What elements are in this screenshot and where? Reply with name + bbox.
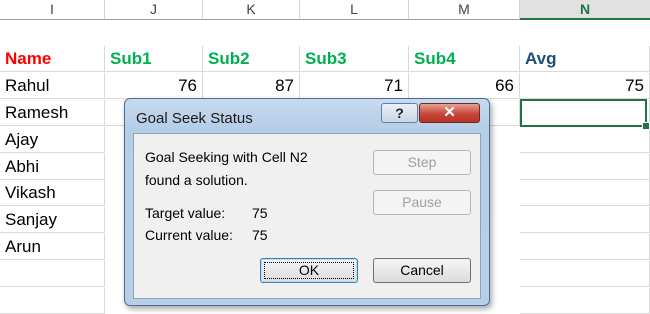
sub3-cell[interactable]: 71 xyxy=(300,73,409,99)
dialog-body: Goal Seeking with Cell N2 found a soluti… xyxy=(133,133,481,299)
avg-cell[interactable] xyxy=(520,154,650,180)
name-cell[interactable]: Abhi xyxy=(0,154,105,180)
pause-button[interactable]: Pause xyxy=(373,190,471,215)
name-cell[interactable] xyxy=(0,288,105,314)
name-cell[interactable]: Sanjay xyxy=(0,207,105,233)
dialog-title: Goal Seek Status xyxy=(136,110,253,127)
status-message-line1: Goal Seeking with Cell N2 xyxy=(145,149,308,165)
target-value: 75 xyxy=(252,205,268,221)
sub4-cell[interactable]: 66 xyxy=(409,73,520,99)
column-header-l[interactable]: L xyxy=(300,0,409,20)
sub4-header-cell[interactable]: Sub4 xyxy=(409,46,520,72)
sub1-header-cell[interactable]: Sub1 xyxy=(105,46,203,72)
close-button[interactable]: ✕ xyxy=(419,103,480,123)
avg-header-cell[interactable]: Avg xyxy=(520,46,650,72)
column-header-j[interactable]: J xyxy=(105,0,203,20)
status-message-line2: found a solution. xyxy=(145,172,248,188)
column-header-i[interactable]: I xyxy=(0,0,105,20)
current-value: 75 xyxy=(252,227,268,243)
ok-button[interactable]: OK xyxy=(260,258,358,283)
target-value-label: Target value: xyxy=(145,205,226,221)
focus-ring xyxy=(264,262,354,279)
sub1-cell[interactable]: 76 xyxy=(105,73,203,99)
step-button[interactable]: Step xyxy=(373,150,471,175)
avg-cell[interactable] xyxy=(520,234,650,260)
avg-cell[interactable]: 75 xyxy=(520,73,650,99)
name-header-cell[interactable]: Name xyxy=(0,46,105,72)
sub3-header-cell[interactable]: Sub3 xyxy=(300,46,409,72)
column-header-m[interactable]: M xyxy=(409,0,520,20)
name-cell[interactable] xyxy=(0,261,105,287)
name-cell[interactable]: Rahul xyxy=(0,73,105,99)
table-row: Rahul 76 87 71 66 75 xyxy=(0,73,650,99)
column-header-n[interactable]: N xyxy=(520,0,650,20)
help-button[interactable]: ? xyxy=(381,103,418,123)
close-icon: ✕ xyxy=(443,104,456,121)
name-cell[interactable]: Ramesh xyxy=(0,100,105,126)
active-cell-selection[interactable] xyxy=(520,99,647,127)
column-header-k[interactable]: K xyxy=(203,0,300,20)
avg-cell[interactable] xyxy=(520,261,650,287)
avg-cell[interactable] xyxy=(520,288,650,314)
avg-cell[interactable] xyxy=(520,180,650,206)
column-header-row: I J K L M N xyxy=(0,0,650,20)
sub2-header-cell[interactable]: Sub2 xyxy=(203,46,300,72)
sub2-cell[interactable]: 87 xyxy=(203,73,300,99)
cancel-button[interactable]: Cancel xyxy=(373,258,471,283)
name-cell[interactable]: Vikash xyxy=(0,180,105,206)
table-header-row: Name Sub1 Sub2 Sub3 Sub4 Avg xyxy=(0,46,650,72)
fill-handle[interactable] xyxy=(642,122,650,130)
name-cell[interactable]: Ajay xyxy=(0,127,105,153)
current-value-label: Current value: xyxy=(145,227,233,243)
avg-cell[interactable] xyxy=(520,127,650,153)
goal-seek-status-dialog: Goal Seek Status ? ✕ Goal Seeking with C… xyxy=(124,98,490,306)
name-cell[interactable]: Arun xyxy=(0,234,105,260)
avg-cell[interactable] xyxy=(520,207,650,233)
